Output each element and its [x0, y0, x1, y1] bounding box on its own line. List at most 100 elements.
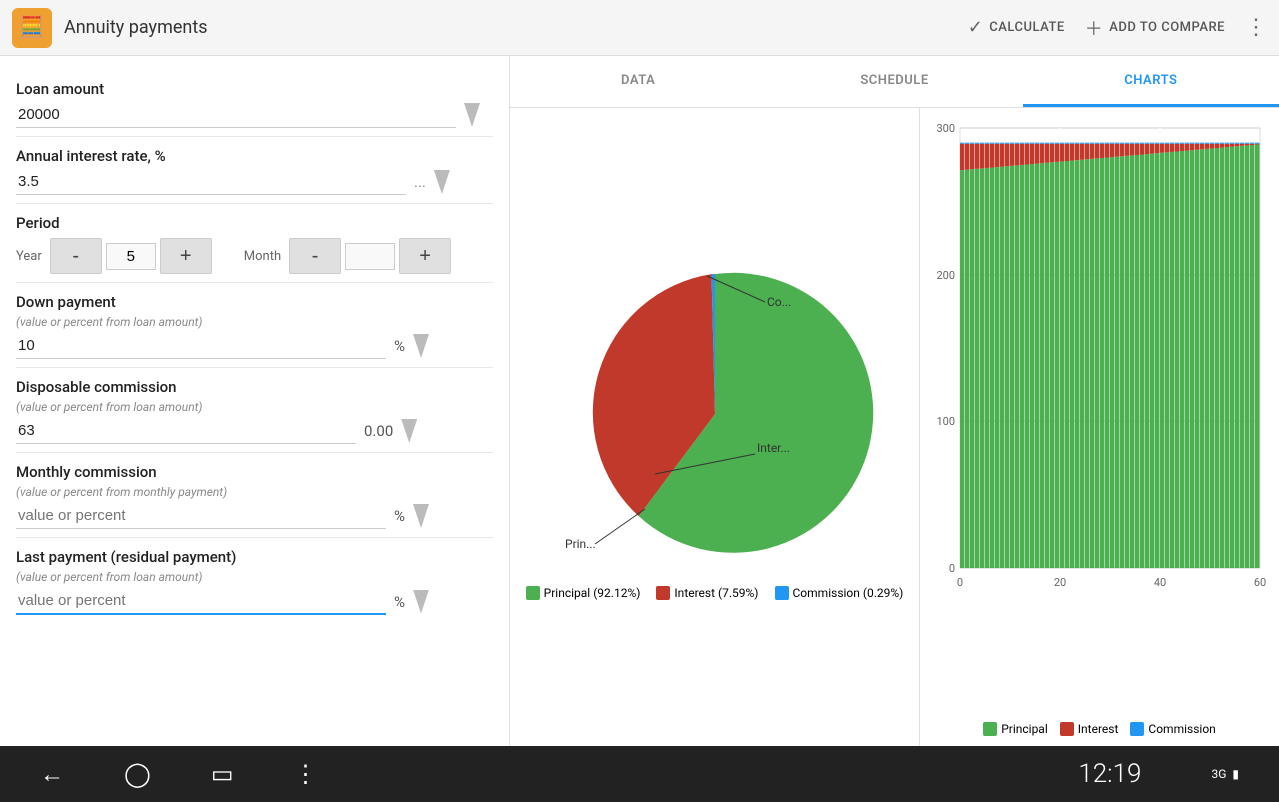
disposable-commission-arrow — [401, 419, 417, 443]
interest-rate-input[interactable] — [16, 169, 406, 195]
last-payment-arrow — [413, 590, 429, 614]
svg-text:60: 60 — [1254, 576, 1266, 589]
more-options-button[interactable]: ⋮ — [1245, 15, 1267, 40]
year-group: Year - + — [16, 238, 212, 274]
last-payment-suffix: % — [394, 593, 405, 611]
network-indicator: 3G — [1211, 767, 1226, 781]
bar-legend-commission: Commission — [1130, 722, 1215, 736]
back-button[interactable]: ← — [40, 760, 64, 789]
svg-text:300: 300 — [936, 122, 955, 135]
month-group: Month - + — [244, 238, 451, 274]
loan-amount-row — [16, 102, 493, 128]
svg-text:200: 200 — [936, 269, 955, 282]
principal-line — [595, 509, 645, 544]
down-payment-suffix: % — [394, 337, 405, 355]
commission-pie-label: Co... — [767, 295, 791, 309]
monthly-commission-label: Monthly commission — [16, 463, 493, 481]
svg-text:0: 0 — [949, 562, 955, 575]
pie-svg: Prin... Inter... Co... — [555, 254, 875, 574]
tabs-bar: DATA SCHEDULE CHARTS — [510, 56, 1279, 108]
last-payment-row: % — [16, 588, 493, 615]
svg-text:40: 40 — [1154, 576, 1166, 589]
legend-principal: Principal (92.12%) — [526, 586, 641, 600]
time-display: 12:19 — [1078, 759, 1141, 789]
monthly-commission-sublabel: (value or percent from monthly payment) — [16, 485, 493, 499]
svg-text:20: 20 — [1054, 576, 1066, 589]
interest-rate-arrow — [434, 170, 450, 194]
bar-legend-principal: Principal — [983, 722, 1048, 736]
legend-interest: Interest (7.59%) — [656, 586, 758, 600]
year-minus-button[interactable]: - — [50, 238, 102, 274]
period-row: Year - + Month - + — [16, 238, 493, 274]
bar-interest-swatch — [1060, 722, 1074, 736]
plus-icon: ＋ — [1085, 15, 1104, 41]
svg-text:100: 100 — [936, 415, 955, 428]
year-value-input[interactable] — [106, 243, 156, 270]
interest-rate-label: Annual interest rate, % — [16, 147, 493, 165]
down-payment-arrow — [413, 334, 429, 358]
interest-swatch — [656, 586, 670, 600]
svg-text:0: 0 — [957, 576, 963, 589]
bar-commission-swatch — [1130, 722, 1144, 736]
main-content: Loan amount Annual interest rate, % ... … — [0, 56, 1279, 746]
disposable-commission-display: 0.00 — [364, 422, 393, 440]
top-bar: 🧮 Annuity payments ✓ CALCULATE ＋ ADD TO … — [0, 0, 1279, 56]
app-title: Annuity payments — [64, 17, 968, 38]
principal-pie-label: Prin... — [565, 537, 596, 551]
menu-button[interactable]: ⋮ — [294, 760, 318, 788]
last-payment-label: Last payment (residual payment) — [16, 548, 493, 566]
disposable-commission-row: 0.00 — [16, 418, 493, 444]
month-plus-button[interactable]: + — [399, 238, 451, 274]
monthly-commission-input[interactable] — [16, 503, 386, 529]
pie-legend: Principal (92.12%) Interest (7.59%) Comm… — [526, 586, 904, 600]
month-minus-button[interactable]: - — [289, 238, 341, 274]
checkmark-icon: ✓ — [968, 17, 984, 38]
bar-legend: Principal Interest Commission — [930, 722, 1269, 736]
down-payment-label: Down payment — [16, 293, 493, 311]
year-label: Year — [16, 249, 42, 264]
legend-commission: Commission (0.29%) — [775, 586, 904, 600]
charts-area: Prin... Inter... Co... Principal (92.12%… — [510, 108, 1279, 746]
interest-dots-button[interactable]: ... — [414, 173, 426, 191]
commission-swatch — [775, 586, 789, 600]
bar-chart-wrap: 0 100 200 300 0 20 40 — [930, 118, 1269, 714]
principal-swatch — [526, 586, 540, 600]
bar-legend-interest: Interest — [1060, 722, 1119, 736]
month-value-input[interactable] — [345, 243, 395, 270]
bar-principal-swatch — [983, 722, 997, 736]
pie-area: Prin... Inter... Co... Principal (92.12%… — [510, 108, 919, 746]
bottom-nav: ← ◯ ▭ ⋮ 12:19 3G ▮ — [0, 746, 1279, 802]
bar-area: 0 100 200 300 0 20 40 — [919, 108, 1279, 746]
down-payment-input[interactable] — [16, 333, 386, 359]
down-payment-sublabel: (value or percent from loan amount) — [16, 315, 493, 329]
calculate-button[interactable]: ✓ CALCULATE — [968, 17, 1065, 38]
year-plus-button[interactable]: + — [160, 238, 212, 274]
battery-icon: ▮ — [1232, 767, 1239, 781]
tab-schedule[interactable]: SCHEDULE — [766, 56, 1022, 107]
tab-charts[interactable]: CHARTS — [1023, 56, 1279, 107]
recents-button[interactable]: ▭ — [211, 760, 234, 788]
pie-chart: Prin... Inter... Co... — [555, 254, 875, 574]
period-label: Period — [16, 214, 493, 232]
interest-pie-label: Inter... — [757, 441, 790, 455]
bar-svg: 0 100 200 300 0 20 40 — [930, 118, 1270, 608]
top-bar-actions: ✓ CALCULATE ＋ ADD TO COMPARE ⋮ — [968, 15, 1267, 41]
last-payment-sublabel: (value or percent from loan amount) — [16, 570, 493, 584]
disposable-commission-sublabel: (value or percent from loan amount) — [16, 400, 493, 414]
interest-rate-row: ... — [16, 169, 493, 195]
last-payment-input[interactable] — [16, 588, 386, 615]
disposable-commission-label: Disposable commission — [16, 378, 493, 396]
add-to-compare-button[interactable]: ＋ ADD TO COMPARE — [1085, 15, 1225, 41]
monthly-commission-arrow — [413, 504, 429, 528]
home-button[interactable]: ◯ — [124, 760, 151, 788]
monthly-commission-row: % — [16, 503, 493, 529]
loan-amount-label: Loan amount — [16, 80, 493, 98]
tab-data[interactable]: DATA — [510, 56, 766, 107]
loan-amount-input[interactable] — [16, 102, 456, 128]
left-panel: Loan amount Annual interest rate, % ... … — [0, 56, 510, 746]
right-panel: DATA SCHEDULE CHARTS — [510, 56, 1279, 746]
app-icon: 🧮 — [12, 8, 52, 48]
month-label: Month — [244, 249, 281, 264]
loan-amount-arrow — [464, 103, 480, 127]
disposable-commission-input[interactable] — [16, 418, 356, 444]
